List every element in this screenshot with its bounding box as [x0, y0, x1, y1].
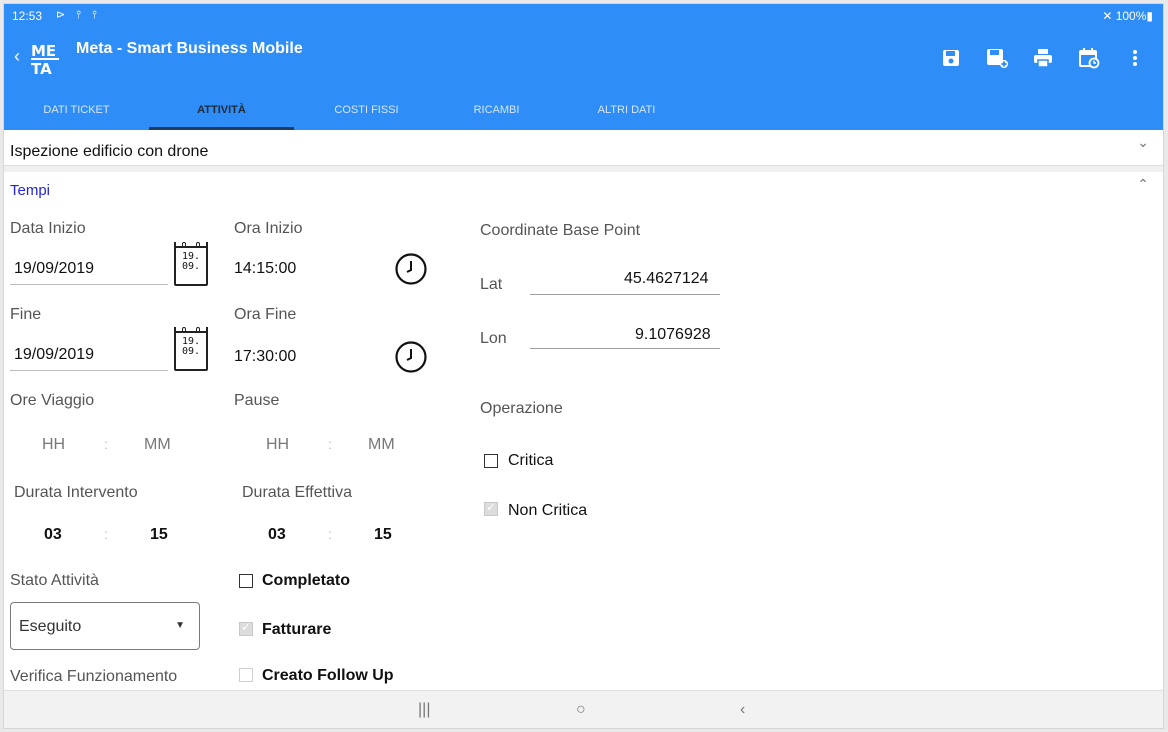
tab-ricambi[interactable]: RICAMBI	[424, 92, 569, 130]
label-lat: Lat	[480, 276, 503, 293]
home-icon[interactable]: ○	[576, 701, 586, 719]
more-options-icon[interactable]	[1123, 46, 1147, 70]
label-ore-viaggio: Ore Viaggio	[10, 392, 95, 409]
travel-hours-input[interactable]: HH	[42, 436, 65, 454]
pause-minutes-input[interactable]: MM	[368, 436, 395, 454]
label-coordinate-base-point: Coordinate Base Point	[480, 222, 641, 239]
label-pause: Pause	[234, 392, 280, 409]
duration-minutes: 15	[150, 526, 168, 543]
section-divider	[4, 166, 1163, 172]
label-lon: Lon	[480, 330, 507, 347]
clock-icon[interactable]	[394, 252, 428, 286]
calendar-schedule-icon[interactable]	[1077, 46, 1101, 70]
chevron-down-icon[interactable]: ⌄	[1137, 134, 1149, 151]
print-icon[interactable]	[1031, 46, 1055, 70]
travel-minutes-input[interactable]: MM	[144, 436, 171, 454]
latitude-field[interactable]: 45.4627124	[624, 270, 709, 288]
fatturare-label: Fatturare	[262, 621, 332, 638]
calendar-icon[interactable]: 19. 09.	[174, 242, 208, 286]
app-window: 12:53 ⊳ ⫯ ⫯ ✕ 100%▮ ‹ ME TA Meta - Smart…	[3, 3, 1164, 729]
start-date-underline	[10, 284, 168, 285]
label-stato-attivita: Stato Attività	[10, 572, 99, 589]
stato-attivita-value: Eseguito	[19, 618, 82, 635]
status-notification-icons: ⊳ ⫯ ⫯	[56, 9, 101, 21]
save-icon[interactable]	[939, 46, 963, 70]
app-bar: ‹ ME TA Meta - Smart Business Mobile	[4, 28, 1163, 92]
chevron-up-icon[interactable]: ⌃	[1137, 176, 1149, 193]
activity-header-card[interactable]: Ispezione edificio con drone ⌄	[4, 130, 1163, 166]
effective-hours: 03	[268, 526, 286, 543]
status-battery: ✕ 100%▮	[1102, 9, 1153, 23]
follow-up-checkbox[interactable]	[239, 668, 253, 682]
label-durata-effettiva: Durata Effettiva	[242, 484, 352, 501]
label-operazione: Operazione	[480, 400, 563, 417]
tab-attivita[interactable]: ATTIVITÀ	[149, 92, 294, 130]
end-date-underline	[10, 370, 168, 371]
critica-label: Critica	[508, 452, 554, 469]
travel-separator: :	[104, 436, 108, 452]
latitude-underline	[530, 294, 720, 295]
longitude-underline	[530, 348, 720, 349]
duration-hours: 03	[44, 526, 62, 543]
activity-title: Ispezione edificio con drone	[10, 143, 209, 160]
label-fine: Fine	[10, 306, 42, 323]
label-ora-inizio: Ora Inizio	[234, 220, 303, 237]
non-critica-checkbox[interactable]	[484, 500, 498, 516]
pause-separator: :	[328, 436, 332, 452]
section-title-tempi: Tempi	[10, 182, 51, 199]
status-time: 12:53	[12, 9, 43, 23]
app-bar-actions	[939, 46, 1147, 70]
end-date-field[interactable]: 19/09/2019	[14, 346, 94, 364]
label-ora-fine: Ora Fine	[234, 306, 297, 323]
clock-icon[interactable]	[394, 340, 428, 374]
end-time-field[interactable]: 17:30:00	[234, 348, 296, 366]
pause-hours-input[interactable]: HH	[266, 436, 289, 454]
logo-text-bottom: TA	[31, 60, 52, 78]
start-date-field[interactable]: 19/09/2019	[14, 260, 94, 278]
meta-logo: ME TA	[28, 40, 62, 80]
critica-checkbox[interactable]	[484, 454, 498, 468]
calendar-icon[interactable]: 19. 09.	[174, 327, 208, 371]
completato-checkbox[interactable]	[239, 574, 253, 588]
non-critica-label: Non Critica	[508, 502, 588, 519]
logo-text-top: ME	[31, 42, 56, 60]
duration-separator: :	[104, 526, 108, 542]
app-title: Meta - Smart Business Mobile	[76, 40, 303, 57]
follow-up-label: Creato Follow Up	[262, 667, 394, 684]
system-nav-bar: ||| ○ ‹	[4, 690, 1163, 728]
effective-minutes: 15	[374, 526, 392, 543]
fatturare-checkbox[interactable]	[239, 620, 253, 636]
tab-dati-ticket[interactable]: DATI TICKET	[4, 92, 149, 130]
dropdown-arrow-icon: ▼	[175, 620, 185, 631]
longitude-field[interactable]: 9.1076928	[635, 326, 711, 344]
status-bar: 12:53 ⊳ ⫯ ⫯ ✕ 100%▮	[4, 4, 1163, 28]
recents-icon[interactable]: |||	[418, 701, 430, 719]
tab-bar: DATI TICKET ATTIVITÀ COSTI FISSI RICAMBI…	[4, 92, 1163, 130]
stato-attivita-dropdown[interactable]: Eseguito ▼	[10, 602, 200, 650]
effective-separator: :	[328, 526, 332, 542]
save-and-new-icon[interactable]	[985, 46, 1009, 70]
completato-label: Completato	[262, 572, 350, 589]
start-time-field[interactable]: 14:15:00	[234, 260, 296, 278]
back-arrow-icon[interactable]: ‹	[14, 46, 20, 67]
label-durata-intervento: Durata Intervento	[14, 484, 138, 501]
tab-costi-fissi[interactable]: COSTI FISSI	[294, 92, 439, 130]
label-verifica-funzionamento: Verifica Funzionamento	[10, 668, 178, 685]
label-data-inizio: Data Inizio	[10, 220, 86, 237]
tab-altri-dati[interactable]: ALTRI DATI	[554, 92, 699, 130]
nav-back-icon[interactable]: ‹	[740, 701, 745, 719]
